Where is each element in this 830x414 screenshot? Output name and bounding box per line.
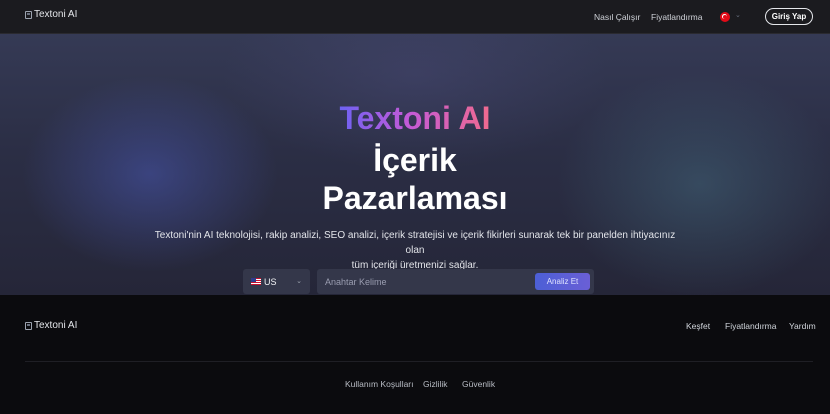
hero-description-line1: Textoni'nin AI teknolojisi, rakip analiz… [154,230,676,256]
keyword-search-box: Analiz Et [317,269,594,294]
footer-link-pricing[interactable]: Fiyatlandırma [725,321,777,331]
hero-section: Textoni AI İçerik Pazarlaması Textoni'ni… [0,34,830,295]
legal-link-privacy[interactable]: Gizlilik [423,379,448,389]
analyze-button[interactable]: Analiz Et [535,273,590,290]
footer: Textoni AI Keşfet Fiyatlandırma Yardım K… [0,295,830,414]
login-button[interactable]: Giriş Yap [765,8,813,25]
footer-logo-alt-text: Textoni AI [34,320,78,331]
footer-logo[interactable]: Textoni AI [25,320,77,331]
footer-link-explore[interactable]: Keşfet [686,321,710,331]
footer-divider [25,361,813,362]
broken-image-icon [25,10,32,19]
hero-title-brand: Textoni AI [0,100,830,136]
nav-how-it-works[interactable]: Nasıl Çalışır [594,12,640,22]
chevron-down-icon: ⌄ [296,278,302,285]
hero-description: Textoni'nin AI teknolojisi, rakip analiz… [145,228,685,273]
broken-image-icon [25,321,32,330]
header-logo[interactable]: Textoni AI [25,9,77,20]
turkey-flag-icon[interactable] [720,12,730,22]
us-flag-icon [251,278,261,285]
footer-link-help[interactable]: Yardım [789,321,816,331]
hero-brand-text: Textoni AI [339,100,491,136]
hero-title-line3: Pazarlaması [322,180,508,216]
top-navbar: Textoni AI Nasıl Çalışır Fiyatlandırma ⌄… [0,0,830,34]
legal-link-security[interactable]: Güvenlik [462,379,495,389]
legal-link-terms[interactable]: Kullanım Koşulları [345,379,414,389]
hero-title-line2: İçerik [373,142,457,178]
region-select[interactable]: US ⌄ [243,269,310,294]
logo-alt-text: Textoni AI [34,9,78,20]
nav-pricing[interactable]: Fiyatlandırma [651,12,703,22]
region-value: US [264,276,277,287]
chevron-down-icon[interactable]: ⌄ [735,11,741,19]
keyword-input[interactable] [325,274,525,289]
